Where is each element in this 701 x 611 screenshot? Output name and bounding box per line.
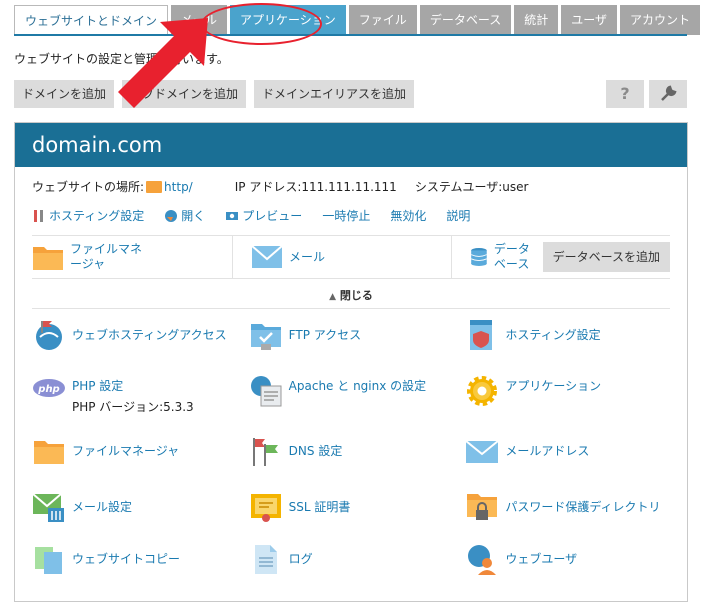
disable-link[interactable]: 無効化 xyxy=(390,207,426,224)
database-icon xyxy=(471,248,487,266)
web-users-item[interactable]: ウェブユーザ xyxy=(465,542,682,598)
main-tabs: ウェブサイトとドメイン メール アプリケーション ファイル データベース 統計 … xyxy=(14,5,701,36)
tab-applications[interactable]: アプリケーション xyxy=(230,5,346,35)
tab-files[interactable]: ファイル xyxy=(348,5,417,35)
page-description: ウェブサイトの設定と管理を行います。 xyxy=(14,52,229,66)
folder-icon xyxy=(33,247,63,270)
globe-flag-icon xyxy=(36,321,62,350)
folder-icon xyxy=(146,180,163,193)
divider xyxy=(32,278,670,279)
tab-statistics[interactable]: 統計 xyxy=(514,5,559,35)
suspend-link[interactable]: 一時停止 xyxy=(322,207,370,224)
web-server-icon xyxy=(250,376,282,407)
database-card[interactable]: データベース データベースを追加 xyxy=(452,236,670,278)
service-cards: ファイルマネージャ メール データベース データベースを追加 xyxy=(32,236,670,278)
php-settings-item[interactable]: php PHP 設定 PHP バージョン:5.3.3 xyxy=(32,374,249,434)
apache-nginx-settings-item[interactable]: Apache と nginx の設定 xyxy=(249,374,466,434)
website-copy-item[interactable]: ウェブサイトコピー xyxy=(32,542,249,598)
quick-links: ホスティング設定 開く プレビュー 一時停止 無効化 説明 xyxy=(32,207,490,224)
certificate-icon xyxy=(250,494,281,522)
feature-row: ウェブホスティングアクセス FTP アクセス ホスティング設定 xyxy=(32,318,682,374)
chevron-up-icon: ▲ xyxy=(329,292,337,302)
tab-underline xyxy=(14,34,687,36)
envelope-icon xyxy=(465,440,499,463)
mail-settings-icon xyxy=(32,493,64,522)
web-hosting-access-item[interactable]: ウェブホスティングアクセス xyxy=(32,318,249,374)
dns-flags-icon xyxy=(252,438,278,466)
applications-item[interactable]: アプリケーション xyxy=(465,374,682,434)
ftp-folder-icon xyxy=(250,324,281,350)
mail-label[interactable]: メール xyxy=(289,250,325,265)
open-link[interactable]: 開く xyxy=(164,207,205,224)
feature-row: ウェブサイトコピー ログ ウェブユーザ xyxy=(32,542,682,598)
location-link[interactable]: http/ xyxy=(164,180,193,194)
gear-icon xyxy=(467,376,498,406)
feature-row: ファイルマネージャ DNS 設定 メールアドレス xyxy=(32,434,682,490)
php-version: PHP バージョン:5.3.3 xyxy=(72,400,194,414)
feature-row: php PHP 設定 PHP バージョン:5.3.3 Apache と ngin… xyxy=(32,374,682,434)
domain-panel: domain.com ウェブサイトの場所: http/ IP アドレス: 111… xyxy=(14,122,688,602)
lock-folder-icon xyxy=(467,494,498,520)
copy-icon xyxy=(35,547,62,574)
log-icon xyxy=(254,545,277,574)
description-link[interactable]: 説明 xyxy=(446,207,470,224)
tab-account[interactable]: アカウント xyxy=(620,5,701,35)
mail-addresses-item[interactable]: メールアドレス xyxy=(465,434,682,490)
eye-icon xyxy=(226,211,239,220)
divider xyxy=(32,308,670,309)
tab-users[interactable]: ユーザ xyxy=(561,5,617,35)
help-button[interactable]: ? xyxy=(606,80,644,108)
envelope-icon xyxy=(251,245,283,268)
file-manager-item[interactable]: ファイルマネージャ xyxy=(32,434,249,490)
tab-mail[interactable]: メール xyxy=(171,5,228,35)
php-icon: php xyxy=(33,379,65,397)
add-database-button[interactable]: データベースを追加 xyxy=(542,242,670,272)
ip-value: 111.111.11.111 xyxy=(301,179,397,194)
password-protected-dirs-item[interactable]: パスワード保護ディレクトリ xyxy=(465,490,682,542)
tools-icon xyxy=(34,209,43,222)
dns-settings-item[interactable]: DNS 設定 xyxy=(249,434,466,490)
sysuser-value: user xyxy=(502,179,529,194)
tab-websites-domains[interactable]: ウェブサイトとドメイン xyxy=(14,5,169,36)
feature-row: メール設定 SSL 証明書 パスワード保護ディレクトリ xyxy=(32,490,682,542)
mail-settings-item[interactable]: メール設定 xyxy=(32,490,249,542)
ftp-access-item[interactable]: FTP アクセス xyxy=(249,318,466,374)
collapse-toggle[interactable]: ▲ 閉じる xyxy=(15,287,687,303)
web-user-icon xyxy=(468,545,497,575)
feature-grid: ウェブホスティングアクセス FTP アクセス ホスティング設定 php PHP … xyxy=(32,318,682,598)
add-domain-button[interactable]: ドメインを追加 xyxy=(14,80,115,108)
domain-info: ウェブサイトの場所: http/ IP アドレス: 111.111.11.111… xyxy=(32,178,528,195)
ssl-certificates-item[interactable]: SSL 証明書 xyxy=(249,490,466,542)
file-manager-label[interactable]: ファイルマネージャ xyxy=(70,242,152,272)
mail-card[interactable]: メール xyxy=(233,236,452,278)
hosting-settings-icon xyxy=(470,320,493,350)
domain-name: domain.com xyxy=(15,123,687,167)
preview-link[interactable]: プレビュー xyxy=(225,207,302,224)
sysuser-label: システムユーザ: xyxy=(414,180,503,194)
hosting-settings-link[interactable]: ホスティング設定 xyxy=(32,207,144,224)
add-domain-alias-button[interactable]: ドメインエイリアスを追加 xyxy=(254,80,415,108)
ip-label: IP アドレス: xyxy=(234,180,302,194)
location-label: ウェブサイトの場所: xyxy=(32,180,145,194)
folder-icon xyxy=(34,441,64,464)
wrench-icon[interactable] xyxy=(649,80,687,108)
logs-item[interactable]: ログ xyxy=(249,542,466,598)
add-subdomain-button[interactable]: サブドメインを追加 xyxy=(122,80,247,108)
svg-text:php: php xyxy=(37,384,59,395)
action-bar: ドメインを追加 サブドメインを追加 ドメインエイリアスを追加 xyxy=(14,80,415,108)
file-manager-card[interactable]: ファイルマネージャ xyxy=(32,236,233,278)
database-label[interactable]: データベース xyxy=(494,242,537,272)
hosting-settings-item[interactable]: ホスティング設定 xyxy=(465,318,682,374)
tab-databases[interactable]: データベース xyxy=(419,5,512,35)
open-globe-icon xyxy=(165,209,178,222)
